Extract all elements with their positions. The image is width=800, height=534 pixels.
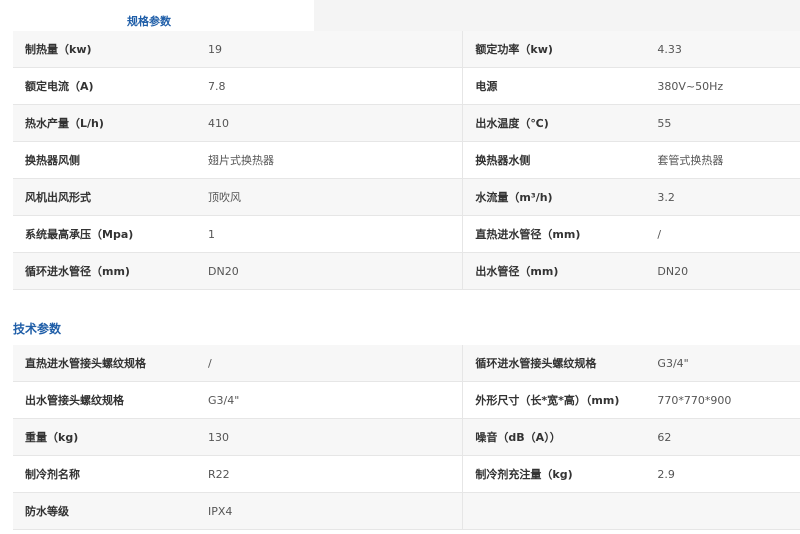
row-right-pair: 水流量（m³/h) 3.2 [462,179,800,215]
param-value: 770*770*900 [657,393,732,407]
tech-table: 直热进水管接头螺纹规格 / 循环进水管接头螺纹规格 G3/4" 出水管接头螺纹规格 G3/… [13,345,800,530]
param-value: 1 [208,227,215,241]
param-value: 19 [208,42,222,56]
param-label [463,493,645,529]
row-right-pair: 换热器水侧 套管式换热器 [462,142,800,178]
param-value: 7.8 [208,79,226,93]
row-right-pair: 循环进水管接头螺纹规格 G3/4" [462,345,800,381]
param-label: 直热进水管接头螺纹规格 [25,357,146,370]
param-label: 循环进水管径（mm) [25,265,130,278]
row-left-pair: 出水管接头螺纹规格 G3/4" [13,382,462,418]
param-value: / [657,227,662,241]
param-value: 380V~50Hz [657,79,724,93]
param-label: 额定功率（kw) [475,43,553,56]
row-left-pair: 直热进水管接头螺纹规格 / [13,345,462,381]
param-value: G3/4" [657,356,689,370]
row-left-pair: 额定电流（A) 7.8 [13,68,462,104]
row-right-pair: 噪音（dB（A）） 62 [462,419,800,455]
table-row: 制热量（kw) 19 额定功率（kw) 4.33 [13,31,800,68]
param-label: 制热量（kw) [25,43,92,56]
param-label: 制冷剂充注量（kg) [475,468,573,481]
param-label: 外形尺寸（长*宽*高）（mm) [475,394,620,407]
param-value: 4.33 [657,42,682,56]
row-right-pair [462,493,800,529]
row-right-pair: 出水温度（℃) 55 [462,105,800,141]
spec-table: 制热量（kw) 19 额定功率（kw) 4.33 额定电流（A) 7.8 电源 380V~50… [13,31,800,290]
row-left-pair: 热水产量（L/h) 410 [13,105,462,141]
param-label: 出水管接头螺纹规格 [25,394,124,407]
table-row: 系统最高承压（Mpa) 1 直热进水管径（mm) / [13,216,800,253]
row-left-pair: 换热器风侧 翅片式换热器 [13,142,462,178]
param-label: 循环进水管接头螺纹规格 [475,357,597,370]
table-row: 重量（kg) 130 噪音（dB（A）） 62 [13,419,800,456]
param-label: 电源 [475,80,498,93]
param-value: R22 [208,467,230,481]
row-right-pair: 出水管径（mm) DN20 [462,253,800,289]
param-value: 130 [208,430,229,444]
table-row: 出水管接头螺纹规格 G3/4" 外形尺寸（长*宽*高）（mm) 770*770*900 [13,382,800,419]
param-label: 直热进水管径（mm) [475,228,581,241]
row-left-pair: 防水等级 IPX4 [13,493,462,529]
param-label: 额定电流（A) [25,80,94,93]
param-label: 系统最高承压（Mpa) [25,228,134,241]
param-label: 出水温度（℃) [475,117,549,130]
tech-section-title: 技术参数 [13,322,62,336]
row-left-pair: 风机出风形式 顶吹风 [13,179,462,215]
row-right-pair: 额定功率（kw) 4.33 [462,31,800,67]
row-left-pair: 重量（kg) 130 [13,419,462,455]
table-row: 额定电流（A) 7.8 电源 380V~50Hz [13,68,800,105]
tab-specs-label: 规格参数 [127,15,171,28]
param-value: 55 [657,116,672,130]
table-row: 防水等级 IPX4 [13,493,800,530]
row-right-pair: 电源 380V~50Hz [462,68,800,104]
param-label: 制冷剂名称 [25,468,80,481]
param-label: 风机出风形式 [25,191,91,204]
param-value: / [208,356,212,370]
param-value [645,493,800,529]
table-row: 直热进水管接头螺纹规格 / 循环进水管接头螺纹规格 G3/4" [13,345,800,382]
table-row: 循环进水管径（mm) DN20 出水管径（mm) DN20 [13,253,800,290]
param-label: 热水产量（L/h) [25,117,104,130]
param-value: 410 [208,116,229,130]
param-value: DN20 [208,264,239,278]
table-row: 热水产量（L/h) 410 出水温度（℃) 55 [13,105,800,142]
param-value: 2.9 [657,467,675,481]
param-value: 顶吹风 [208,191,241,204]
row-right-pair: 制冷剂充注量（kg) 2.9 [462,456,800,492]
param-value: DN20 [657,264,689,278]
param-value: 套管式换热器 [657,154,724,167]
row-left-pair: 循环进水管径（mm) DN20 [13,253,462,289]
param-label: 重量（kg) [25,431,79,444]
param-value: G3/4" [208,393,240,407]
row-left-pair: 制热量（kw) 19 [13,31,462,67]
param-value: 3.2 [657,190,675,204]
param-label: 防水等级 [25,505,69,518]
table-row: 风机出风形式 顶吹风 水流量（m³/h) 3.2 [13,179,800,216]
table-row: 换热器风侧 翅片式换热器 换热器水侧 套管式换热器 [13,142,800,179]
param-label: 换热器风侧 [25,154,80,167]
row-right-pair: 直热进水管径（mm) / [462,216,800,252]
param-label: 出水管径（mm) [475,265,559,278]
param-value: 翅片式换热器 [208,154,274,167]
row-left-pair: 系统最高承压（Mpa) 1 [13,216,462,252]
param-value: IPX4 [208,504,233,518]
row-left-pair: 制冷剂名称 R22 [13,456,462,492]
table-row: 制冷剂名称 R22 制冷剂充注量（kg) 2.9 [13,456,800,493]
param-label: 噪音（dB（A）） [475,431,561,444]
param-value: 62 [657,430,672,444]
param-label: 换热器水侧 [475,154,531,167]
param-label: 水流量（m³/h) [475,191,553,204]
row-right-pair: 外形尺寸（长*宽*高）（mm) 770*770*900 [462,382,800,418]
